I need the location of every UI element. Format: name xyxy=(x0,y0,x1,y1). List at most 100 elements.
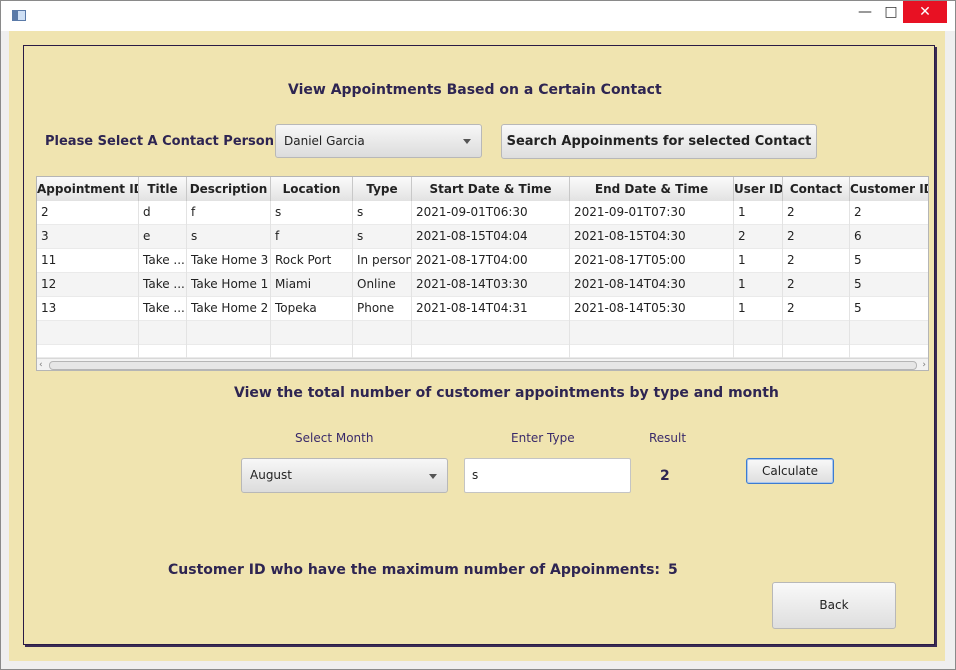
cell-appointment-id: 13 xyxy=(37,297,139,321)
cell-empty xyxy=(850,345,928,358)
column-header-end[interactable]: End Date & Time xyxy=(570,177,734,201)
cell-title: Take ... xyxy=(139,297,187,321)
cell-empty xyxy=(353,321,412,345)
max-customer-value: 5 xyxy=(668,562,678,578)
chevron-down-icon xyxy=(429,473,437,479)
app-window: — □ ✕ View Appointments Based on a Certa… xyxy=(0,0,956,670)
cell-user-id: 1 xyxy=(734,297,783,321)
cell-type: s xyxy=(353,225,412,249)
cell-location: s xyxy=(271,201,353,225)
table-row[interactable]: 12 Take ... Take Home 1 Miami Online 202… xyxy=(37,273,928,297)
cell-description: s xyxy=(187,225,271,249)
cell-user-id: 1 xyxy=(734,273,783,297)
cell-empty xyxy=(850,321,928,345)
chevron-down-icon xyxy=(463,139,471,144)
title-bar: — □ ✕ xyxy=(1,1,955,31)
column-header-appointment-id[interactable]: Appointment ID xyxy=(37,177,139,201)
cell-empty xyxy=(37,321,139,345)
cell-empty xyxy=(783,321,850,345)
table-header: Appointment ID Title Description Locatio… xyxy=(37,177,928,202)
cell-user-id: 1 xyxy=(734,249,783,273)
cell-empty xyxy=(570,345,734,358)
type-input[interactable]: s xyxy=(464,458,631,493)
cell-appointment-id: 2 xyxy=(37,201,139,225)
cell-customer-id: 5 xyxy=(850,249,928,273)
cell-empty xyxy=(139,321,187,345)
cell-title: e xyxy=(139,225,187,249)
appointments-table[interactable]: Appointment ID Title Description Locatio… xyxy=(36,176,929,371)
cell-customer-id: 5 xyxy=(850,297,928,321)
cell-user-id: 1 xyxy=(734,201,783,225)
cell-appointment-id: 11 xyxy=(37,249,139,273)
table-row[interactable]: 2 d f s s 2021-09-01T06:30 2021-09-01T07… xyxy=(37,201,928,225)
cell-end: 2021-08-15T04:30 xyxy=(570,225,734,249)
cell-contact: 2 xyxy=(783,249,850,273)
column-header-start[interactable]: Start Date & Time xyxy=(412,177,570,201)
result-value: 2 xyxy=(660,468,670,484)
month-select-value: August xyxy=(250,468,292,482)
scroll-right-icon[interactable]: › xyxy=(922,360,926,370)
cell-user-id: 2 xyxy=(734,225,783,249)
cell-customer-id: 6 xyxy=(850,225,928,249)
back-button[interactable]: Back xyxy=(772,582,896,629)
type-label: Enter Type xyxy=(511,431,575,445)
cell-start: 2021-08-15T04:04 xyxy=(412,225,570,249)
cell-location: Topeka xyxy=(271,297,353,321)
column-header-title[interactable]: Title xyxy=(139,177,187,201)
cell-empty xyxy=(271,345,353,358)
cell-contact: 2 xyxy=(783,273,850,297)
horizontal-scrollbar[interactable]: ‹ › xyxy=(37,358,928,370)
month-select[interactable]: August xyxy=(241,458,448,493)
cell-title: Take ... xyxy=(139,273,187,297)
cell-empty xyxy=(412,321,570,345)
cell-end: 2021-08-14T05:30 xyxy=(570,297,734,321)
cell-type: In person xyxy=(353,249,412,273)
table-row[interactable]: 3 e s f s 2021-08-15T04:04 2021-08-15T04… xyxy=(37,225,928,249)
cell-empty xyxy=(412,345,570,358)
contact-select[interactable]: Daniel Garcia xyxy=(275,124,482,158)
cell-start: 2021-08-14T03:30 xyxy=(412,273,570,297)
search-appointments-button[interactable]: Search Appoinments for selected Contact xyxy=(501,124,817,159)
cell-customer-id: 2 xyxy=(850,201,928,225)
cell-end: 2021-08-17T05:00 xyxy=(570,249,734,273)
column-header-type[interactable]: Type xyxy=(353,177,412,201)
cell-empty xyxy=(570,321,734,345)
max-customer-label: Customer ID who have the maximum number … xyxy=(168,562,660,578)
cell-appointment-id: 12 xyxy=(37,273,139,297)
table-row-empty xyxy=(37,345,928,358)
column-header-location[interactable]: Location xyxy=(271,177,353,201)
cell-location: Rock Port xyxy=(271,249,353,273)
column-header-description[interactable]: Description xyxy=(187,177,271,201)
cell-empty xyxy=(783,345,850,358)
cell-location: Miami xyxy=(271,273,353,297)
month-label: Select Month xyxy=(295,431,374,445)
cell-start: 2021-09-01T06:30 xyxy=(412,201,570,225)
cell-type: Phone xyxy=(353,297,412,321)
cell-empty xyxy=(187,321,271,345)
table-row[interactable]: 13 Take ... Take Home 2 Topeka Phone 202… xyxy=(37,297,928,321)
cell-appointment-id: 3 xyxy=(37,225,139,249)
scrollbar-thumb[interactable] xyxy=(49,361,917,370)
scroll-left-icon[interactable]: ‹ xyxy=(39,360,43,370)
column-header-contact[interactable]: Contact xyxy=(783,177,850,201)
column-header-customer-id[interactable]: Customer ID xyxy=(850,177,928,201)
calculate-button[interactable]: Calculate xyxy=(746,458,834,484)
cell-type: Online xyxy=(353,273,412,297)
cell-empty xyxy=(353,345,412,358)
cell-description: Take Home 1 xyxy=(187,273,271,297)
table-row[interactable]: 11 Take ... Take Home 3 Rock Port In per… xyxy=(37,249,928,273)
result-label: Result xyxy=(649,431,687,445)
cell-location: f xyxy=(271,225,353,249)
cell-start: 2021-08-17T04:00 xyxy=(412,249,570,273)
cell-empty xyxy=(734,321,783,345)
column-header-user-id[interactable]: User ID xyxy=(734,177,783,201)
contact-label: Please Select A Contact Person: xyxy=(45,134,280,149)
cell-description: f xyxy=(187,201,271,225)
cell-empty xyxy=(187,345,271,358)
cell-title: d xyxy=(139,201,187,225)
totals-heading: View the total number of customer appoin… xyxy=(234,385,779,401)
cell-empty xyxy=(37,345,139,358)
close-button[interactable]: ✕ xyxy=(903,1,947,23)
table-row-empty xyxy=(37,321,928,345)
page-title: View Appointments Based on a Certain Con… xyxy=(288,82,662,98)
